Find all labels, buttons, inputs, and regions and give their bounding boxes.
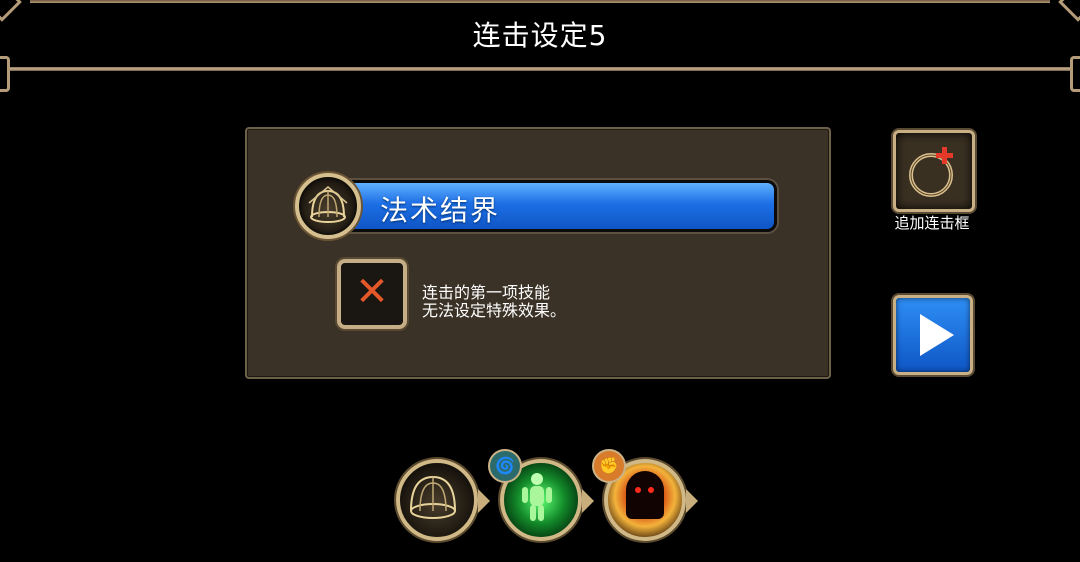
add-combo-slot-button[interactable] (893, 130, 975, 212)
play-icon (920, 314, 954, 356)
ring-plus-icon (909, 147, 953, 197)
title-bar-top-border (30, 0, 1050, 3)
add-combo-slot-label: 追加连击框 (894, 214, 970, 232)
next-button[interactable] (893, 295, 973, 375)
chain-arrow (478, 489, 490, 513)
page-title: 连击设定5 (472, 19, 608, 52)
side-ornament (1070, 56, 1080, 92)
fire-shadow-icon (626, 471, 664, 519)
info-message-line: 连击的第一项技能 (422, 283, 551, 302)
fist-badge-icon: ✊ (592, 449, 626, 483)
chain-arrow (582, 489, 594, 513)
barrier-dome-icon (410, 475, 456, 519)
skill-name-bar[interactable]: 法术结界 (339, 180, 777, 232)
combo-slot-1[interactable] (396, 459, 490, 541)
info-message: 连击的第一项技能 无法设定特殊效果。 (422, 284, 566, 320)
info-message-line: 无法设定特殊效果。 (422, 301, 567, 320)
title-bar-bottom-border (8, 67, 1072, 71)
cross-icon: ✕ (355, 269, 389, 315)
side-ornament (0, 56, 10, 92)
barrier-dome-icon[interactable] (295, 173, 361, 239)
chain-arrow (686, 489, 698, 513)
combo-setting-panel: 法术结界 ✕ 连击的第一项技能 无法设定特殊效果。 (245, 127, 831, 379)
special-effect-blocked-button[interactable]: ✕ (337, 259, 407, 329)
skill-name: 法术结界 (380, 194, 501, 227)
swirl-badge-icon: 🌀 (488, 449, 522, 483)
title-bar: 连击设定5 (0, 0, 1080, 92)
